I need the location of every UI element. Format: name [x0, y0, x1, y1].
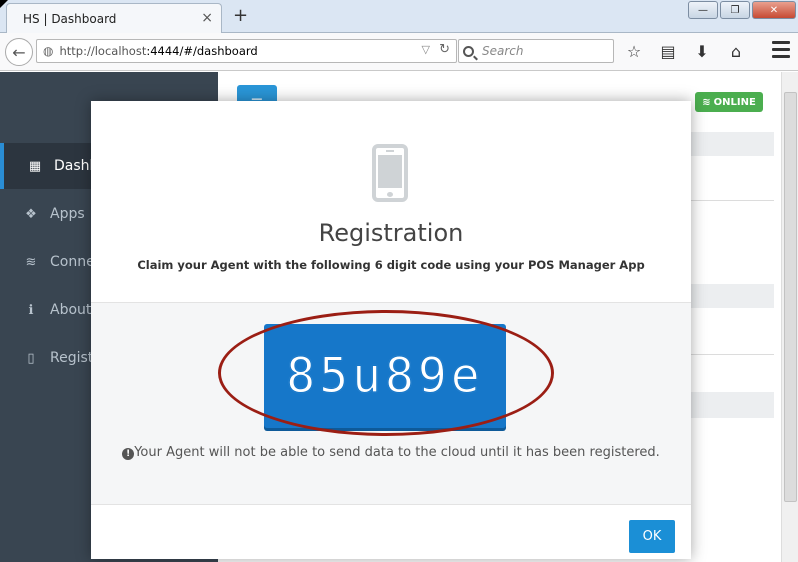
- window-controls: — ❐ ✕: [688, 1, 796, 19]
- tab-title: HS | Dashboard: [23, 11, 117, 26]
- dropdown-icon[interactable]: ▽: [422, 43, 430, 56]
- reload-icon[interactable]: ↻: [439, 42, 450, 57]
- wifi-icon: ≋: [702, 96, 711, 108]
- hamburger-menu-icon[interactable]: [772, 41, 790, 61]
- ok-button[interactable]: OK: [629, 520, 675, 553]
- mouse-cursor-icon: [0, 0, 8, 8]
- download-icon[interactable]: ⬇: [690, 39, 714, 63]
- sidebar-item-label: About: [50, 302, 92, 318]
- browser-tab-bar: HS | Dashboard × + — ❐ ✕: [0, 0, 798, 33]
- cubes-icon: ❖: [25, 206, 37, 222]
- grid-icon: ▦: [28, 158, 42, 174]
- registration-modal: Registration Claim your Agent with the f…: [91, 101, 691, 559]
- url-text: http://localhost:4444/#/dashboard: [59, 44, 257, 58]
- warning-message: ! Your Agent will not be able to send dat…: [91, 445, 691, 460]
- modal-header: Registration Claim your Agent with the f…: [91, 101, 691, 303]
- url-host: http://localhost: [59, 44, 147, 58]
- search-icon: [463, 45, 474, 57]
- online-status-badge: ≋ ONLINE: [695, 92, 763, 112]
- scrollbar-thumb[interactable]: [784, 92, 797, 502]
- exclamation-circle-icon: !: [122, 448, 135, 460]
- bookmark-star-icon[interactable]: ☆: [622, 39, 646, 63]
- browser-tab[interactable]: HS | Dashboard ×: [6, 3, 222, 33]
- modal-title: Registration: [318, 219, 464, 247]
- mobile-phone-icon: [372, 144, 408, 202]
- reading-list-icon[interactable]: ▤: [656, 39, 680, 63]
- home-icon[interactable]: ⌂: [724, 39, 748, 63]
- scrollbar[interactable]: [781, 72, 798, 562]
- maximize-button[interactable]: ❐: [720, 1, 750, 19]
- highlight-ellipse: [218, 310, 554, 436]
- tab-close-icon[interactable]: ×: [201, 10, 213, 26]
- info-icon: ℹ: [28, 302, 34, 318]
- back-button[interactable]: ←: [5, 38, 33, 66]
- status-label: ONLINE: [713, 96, 756, 108]
- new-tab-button[interactable]: +: [233, 5, 248, 26]
- search-input[interactable]: Search: [458, 39, 614, 63]
- arrow-left-icon: ←: [12, 42, 26, 62]
- globe-icon: ◍: [43, 44, 54, 58]
- sidebar-item-label: Apps: [50, 206, 85, 222]
- mobile-icon: ▯: [27, 350, 35, 366]
- minimize-button[interactable]: —: [688, 1, 718, 19]
- close-window-button[interactable]: ✕: [752, 1, 796, 19]
- url-path: :4444/#/dashboard: [146, 44, 258, 58]
- toolbar-icons: ☆ ▤ ⬇ ⌂: [622, 39, 748, 63]
- search-placeholder: Search: [482, 44, 524, 58]
- modal-subtitle: Claim your Agent with the following 6 di…: [137, 258, 645, 272]
- wifi-icon: ≋: [25, 254, 37, 270]
- warning-text: Your Agent will not be able to send data…: [134, 445, 660, 460]
- modal-body: 85u89e ! Your Agent will not be able to s…: [91, 303, 691, 505]
- address-bar[interactable]: ◍ http://localhost:4444/#/dashboard ▽ ↻: [36, 39, 457, 63]
- browser-nav-bar: ← ◍ http://localhost:4444/#/dashboard ▽ …: [0, 33, 798, 71]
